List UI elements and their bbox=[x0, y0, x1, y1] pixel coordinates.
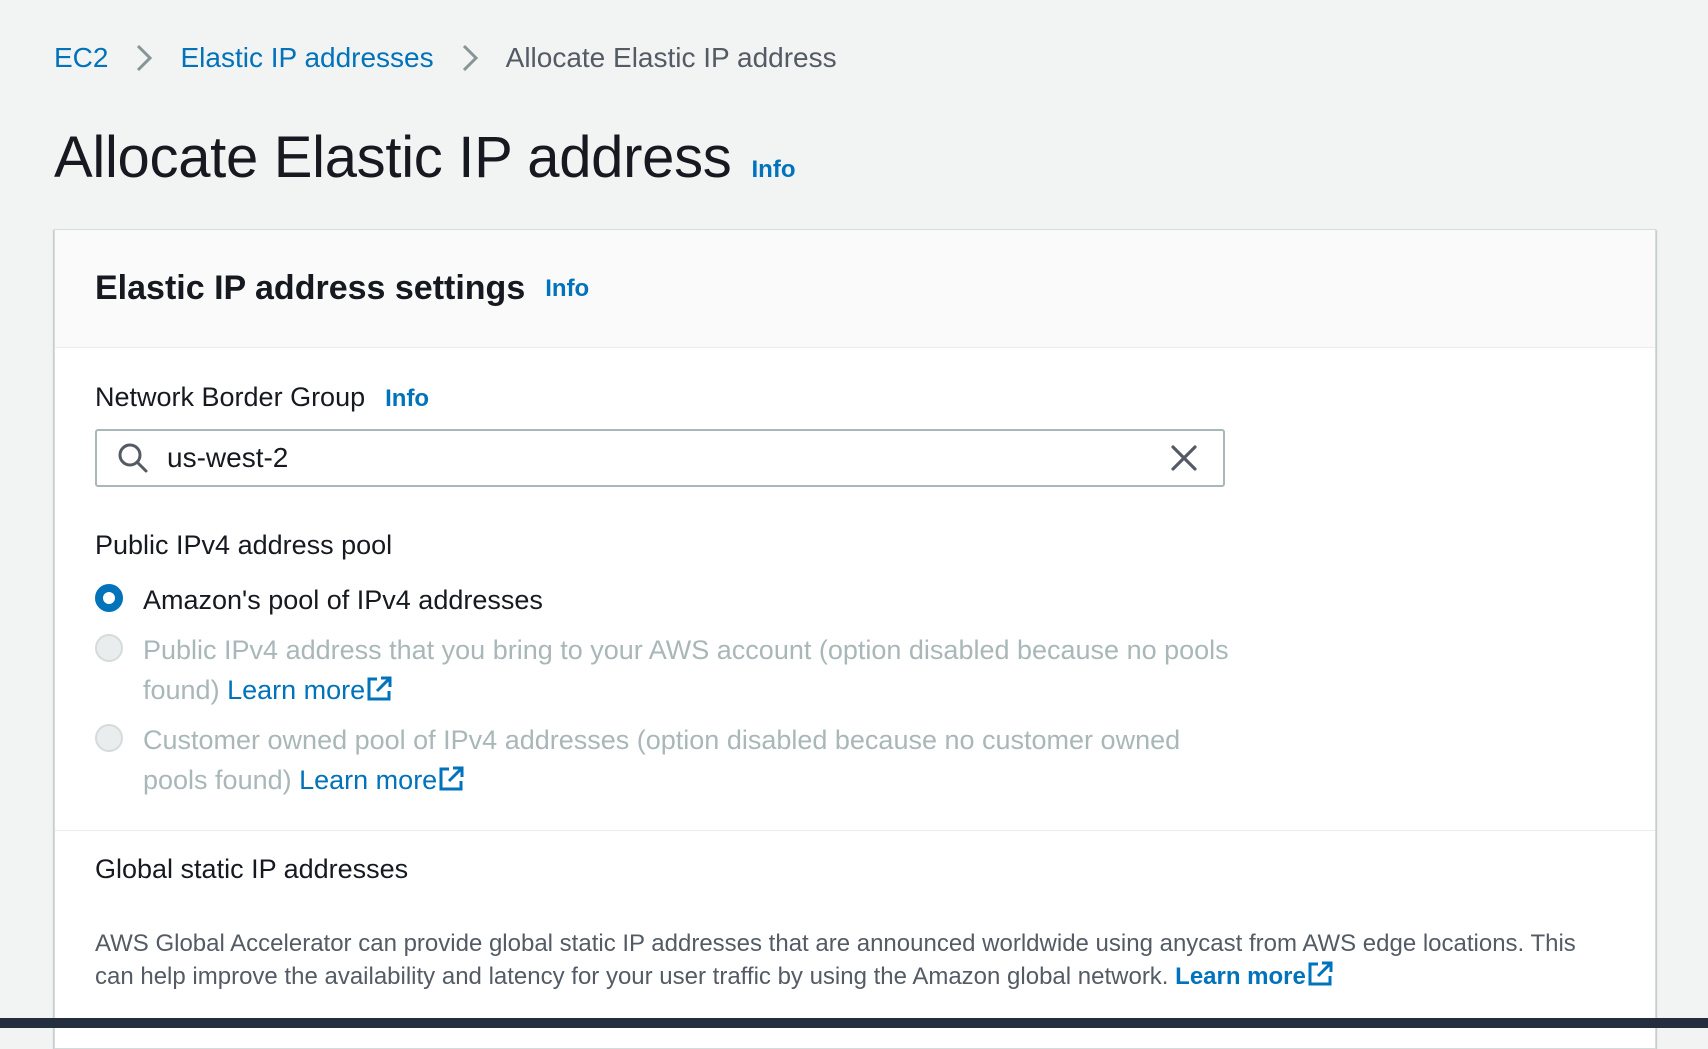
network-border-group-search[interactable] bbox=[95, 429, 1225, 487]
page-title: Allocate Elastic IP address bbox=[54, 125, 732, 190]
radio-option-byoip: Public IPv4 address that you bring to yo… bbox=[95, 630, 1245, 710]
external-link-icon bbox=[1308, 961, 1333, 986]
page-info-link[interactable]: Info bbox=[752, 156, 796, 184]
network-border-group-label-row: Network Border Group Info bbox=[95, 382, 429, 413]
network-border-group-info-link[interactable]: Info bbox=[385, 385, 429, 413]
radio-disabled-icon bbox=[95, 634, 123, 662]
radio-selected-icon[interactable] bbox=[95, 584, 123, 612]
learn-more-label: Learn more bbox=[1175, 963, 1306, 990]
close-icon[interactable] bbox=[1167, 441, 1201, 475]
learn-more-label: Learn more bbox=[227, 675, 366, 705]
footer-bar bbox=[0, 1018, 1708, 1028]
learn-more-link[interactable]: Learn more bbox=[227, 675, 393, 705]
global-static-description: AWS Global Accelerator can provide globa… bbox=[95, 928, 1615, 993]
network-border-group-input[interactable] bbox=[167, 431, 1167, 485]
chevron-right-icon bbox=[434, 38, 506, 78]
radio-option-text: Public IPv4 address that you bring to yo… bbox=[143, 630, 1245, 710]
radio-option-text: Customer owned pool of IPv4 addresses (o… bbox=[143, 720, 1245, 800]
elastic-ip-settings-panel: Elastic IP address settings Info Network… bbox=[54, 229, 1656, 1049]
global-static-description-text: AWS Global Accelerator can provide globa… bbox=[95, 930, 1576, 990]
panel-title: Elastic IP address settings bbox=[95, 269, 526, 307]
breadcrumb: EC2 Elastic IP addresses Allocate Elasti… bbox=[54, 38, 837, 78]
external-link-icon bbox=[439, 766, 464, 791]
ipv4-pool-label: Public IPv4 address pool bbox=[95, 530, 393, 560]
radio-disabled-icon bbox=[95, 724, 123, 752]
breadcrumb-elastic-ip-link[interactable]: Elastic IP addresses bbox=[180, 42, 433, 74]
radio-option-label: Amazon's pool of IPv4 addresses bbox=[143, 585, 543, 615]
external-link-icon bbox=[367, 676, 392, 701]
chevron-right-icon bbox=[108, 38, 180, 78]
learn-more-link[interactable]: Learn more bbox=[1175, 961, 1334, 990]
learn-more-link[interactable]: Learn more bbox=[299, 765, 465, 795]
radio-option-customer-owned: Customer owned pool of IPv4 addresses (o… bbox=[95, 720, 1245, 800]
section-divider bbox=[55, 830, 1655, 831]
network-border-group-label: Network Border Group bbox=[95, 382, 366, 412]
breadcrumb-current: Allocate Elastic IP address bbox=[505, 42, 837, 73]
page-header: Allocate Elastic IP address Info bbox=[54, 124, 796, 191]
breadcrumb-ec2-link[interactable]: EC2 bbox=[54, 42, 108, 74]
panel-header: Elastic IP address settings Info bbox=[55, 230, 1655, 348]
global-static-title: Global static IP addresses bbox=[95, 854, 409, 884]
radio-option-amazon-pool[interactable]: Amazon's pool of IPv4 addresses bbox=[95, 580, 543, 620]
search-icon bbox=[118, 443, 148, 473]
settings-info-link[interactable]: Info bbox=[545, 275, 589, 303]
learn-more-label: Learn more bbox=[299, 765, 438, 795]
